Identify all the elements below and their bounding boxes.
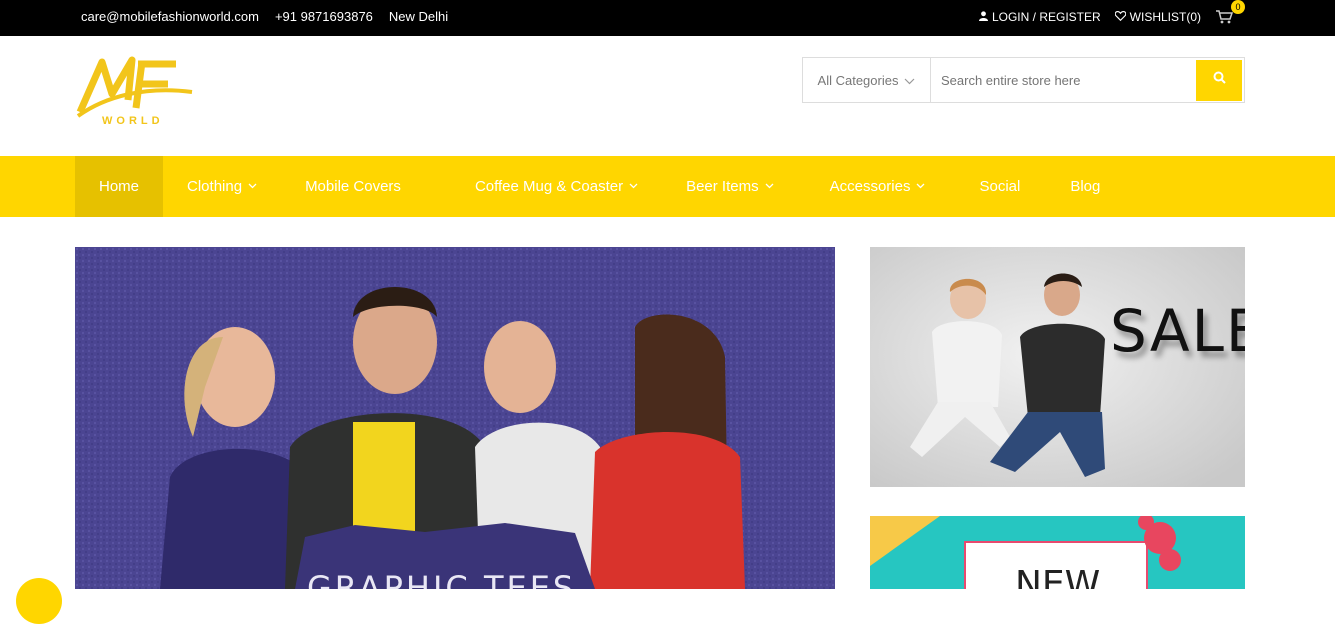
site-header: WORLD All Categories <box>0 36 1335 156</box>
nav-item-social[interactable]: Social <box>955 156 1046 217</box>
sale-text: SALE <box>1110 297 1245 365</box>
search-icon <box>1213 71 1226 89</box>
nav-label: Clothing <box>187 178 243 195</box>
main-nav: Home Clothing Mobile Covers Coffee Mug &… <box>0 156 1335 217</box>
hero-banner[interactable]: GRAPHIC TEES <box>75 247 835 589</box>
category-select[interactable]: All Categories <box>803 58 931 102</box>
new-arrivals-banner[interactable]: NEW <box>870 516 1245 589</box>
category-select-label: All Categories <box>817 72 899 88</box>
wishlist-label: WISHLIST(0) <box>1129 10 1201 24</box>
nav-item-mobile-covers[interactable]: Mobile Covers <box>281 156 451 217</box>
site-logo[interactable]: WORLD <box>76 52 196 127</box>
nav-item-coffee-mug[interactable]: Coffee Mug & Coaster <box>451 156 662 217</box>
nav-label: Beer Items <box>686 178 759 195</box>
top-bar: care@mobilefashionworld.com +91 98716938… <box>0 0 1335 36</box>
nav-label: Mobile Covers <box>305 178 401 195</box>
nav-label: Accessories <box>829 178 911 195</box>
new-text: NEW <box>1015 564 1101 589</box>
cart-count-badge: 0 <box>1231 0 1245 14</box>
nav-item-clothing[interactable]: Clothing <box>163 156 281 217</box>
nav-label: Coffee Mug & Coaster <box>474 178 624 195</box>
cart-button[interactable]: 0 <box>1215 0 1245 27</box>
svg-text:WORLD: WORLD <box>102 115 164 126</box>
nav-label: Social <box>979 178 1021 195</box>
chevron-down-icon <box>916 181 925 192</box>
nav-label: Home <box>99 178 140 195</box>
chat-widget-button[interactable] <box>16 578 62 624</box>
chevron-down-icon <box>248 181 257 192</box>
search-input[interactable] <box>931 58 1196 102</box>
nav-item-home[interactable]: Home <box>75 156 164 217</box>
nav-label: Blog <box>1070 178 1101 195</box>
search-button[interactable] <box>1196 59 1242 101</box>
cart-icon <box>1215 10 1234 27</box>
chevron-down-icon <box>904 73 915 88</box>
contact-phone[interactable]: +91 9871693876 <box>275 9 373 24</box>
contact-city: New Delhi <box>388 9 449 24</box>
chevron-down-icon <box>629 181 638 192</box>
login-register-label: LOGIN / REGISTER <box>991 10 1101 24</box>
search-bar: All Categories <box>802 57 1245 103</box>
login-register-link[interactable]: LOGIN / REGISTER <box>978 10 1101 24</box>
nav-item-accessories[interactable]: Accessories <box>806 156 956 217</box>
wishlist-link[interactable]: WISHLIST(0) <box>1114 10 1201 24</box>
chevron-down-icon <box>765 181 774 192</box>
heart-icon <box>1114 10 1126 24</box>
contact-email[interactable]: care@mobilefashionworld.com <box>81 9 259 24</box>
nav-item-blog[interactable]: Blog <box>1046 156 1124 217</box>
nav-item-beer-items[interactable]: Beer Items <box>662 156 806 217</box>
hero-caption: GRAPHIC TEES <box>307 569 577 589</box>
sale-promo-banner[interactable]: SALE <box>870 247 1245 487</box>
user-icon <box>978 10 988 24</box>
